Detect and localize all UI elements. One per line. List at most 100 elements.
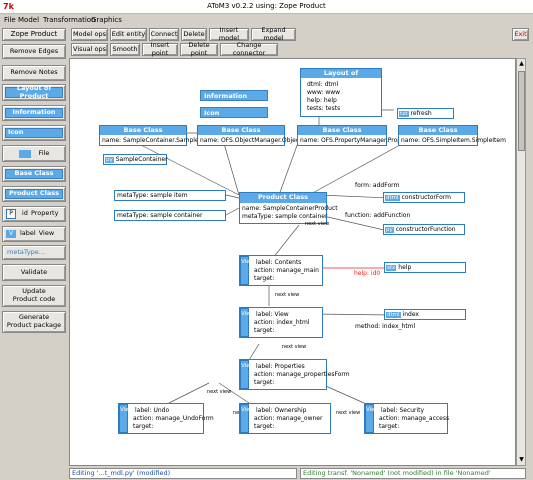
model-ops-button[interactable]: Model ops <box>71 28 108 41</box>
base-class-property-manager[interactable]: Base Class name: OFS.PropertyManager.Pro… <box>297 125 405 146</box>
status-left: Editing '...t_mdl.py' (modified) <box>69 468 297 479</box>
view-action: action: index_html <box>254 319 310 326</box>
view-bar: View <box>240 256 254 285</box>
icon-tool[interactable]: Icon <box>2 125 66 141</box>
menu-bar: File Model Transformation Graphics <box>0 14 533 26</box>
view-label: label: Contents <box>256 259 302 266</box>
help-label: help: id0 <box>354 270 381 277</box>
scroll-down-icon[interactable]: ▼ <box>517 455 526 465</box>
view-tool[interactable]: V label View <box>2 226 66 242</box>
refresh-file[interactable]: txt refresh <box>397 108 454 119</box>
base-class-simple-item[interactable]: Base Class name: OFS.SimpleItem.SimpleIt… <box>398 125 506 146</box>
view-view[interactable]: View label: View action: index_html targ… <box>239 307 323 338</box>
menu-file[interactable]: File <box>4 16 16 24</box>
insert-point-button[interactable]: Insert point <box>142 41 178 56</box>
product-class-metatype: metaType: sample container <box>242 213 328 220</box>
view-label: label: Security <box>381 407 425 414</box>
property-tool[interactable]: P id Property <box>2 206 66 222</box>
index-file[interactable]: dtml index <box>384 309 466 320</box>
layout-label: Layout of Product <box>5 84 63 99</box>
dtml-tag: dtml <box>386 312 401 318</box>
layout-box-title: Layout of SampleContainer <box>301 69 381 85</box>
view-undo[interactable]: View label: Undo action: manage_UndoForm… <box>118 403 214 434</box>
expand-model-button[interactable]: Expand model <box>251 26 296 41</box>
generate-product-package-button[interactable]: Generate Product package <box>2 311 66 333</box>
base-class-title: Base Class <box>198 126 284 135</box>
constructor-function-label: constructorFunction <box>395 226 456 233</box>
menu-model[interactable]: Model <box>18 16 39 24</box>
layout-of-product-tool[interactable]: Layout of Product <box>2 84 66 101</box>
view-ownership[interactable]: View label: Ownership action: manage_own… <box>239 403 331 434</box>
menu-transformation[interactable]: Transformation <box>43 16 96 24</box>
view-label-label: label <box>20 229 36 238</box>
smooth-button[interactable]: Smooth <box>110 43 140 56</box>
remove-edges-button[interactable]: Remove Edges <box>2 44 66 59</box>
base-class-name: name: SampleContainer.SampleCo <box>102 137 207 144</box>
view-target: target: <box>254 379 275 386</box>
function-label: function: addFunction <box>345 212 411 219</box>
connect-button[interactable]: Connect <box>149 28 179 41</box>
view-security[interactable]: View label: Security action: manage_acce… <box>364 403 450 434</box>
file-tool[interactable]: File <box>2 145 66 162</box>
validate-button[interactable]: Validate <box>2 264 66 281</box>
base-class-name: name: OFS.ObjectManager.ObjectM <box>200 137 307 144</box>
base-class-object-manager[interactable]: Base Class name: OFS.ObjectManager.Objec… <box>197 125 307 146</box>
next-view-label: next view <box>275 292 300 298</box>
base-class-tool[interactable]: Base Class <box>2 166 66 182</box>
layout-box[interactable]: Layout of SampleContainer dtml: dtml www… <box>300 68 382 117</box>
information-node[interactable]: Information <box>200 90 268 101</box>
exit-button[interactable]: Exit <box>512 28 529 41</box>
delete-button[interactable]: Delete <box>181 28 207 41</box>
view-contents[interactable]: View label: Contents action: manage_main… <box>239 255 323 286</box>
base-class-label: Base Class <box>5 169 63 179</box>
remove-notes-button[interactable]: Remove Notes <box>2 65 66 81</box>
view-bar: View <box>240 360 254 389</box>
view-label: View <box>38 229 55 238</box>
help-file[interactable]: stx help <box>384 262 466 273</box>
py-file-sample-container[interactable]: py SampleContainer <box>103 154 168 165</box>
metatype-sample-container[interactable]: metaType: sample container <box>114 210 226 221</box>
refresh-tag: txt <box>399 111 409 117</box>
insert-model-button[interactable]: Insert model <box>209 26 249 41</box>
information-tool[interactable]: Information <box>2 105 66 121</box>
metatype-tool[interactable]: metaType... <box>2 245 66 260</box>
property-label: Property <box>30 209 59 218</box>
visual-ops-button[interactable]: Visual ops <box>71 43 108 56</box>
py-tag: py <box>385 227 394 233</box>
view-target: target: <box>133 423 154 430</box>
stx-tag: stx <box>386 265 397 271</box>
product-class-box[interactable]: Product Class name: SampleContainerProdu… <box>239 192 338 224</box>
view-properties[interactable]: View label: Properties action: manage_pr… <box>239 359 350 390</box>
view-action: action: manage_UndoForm <box>133 415 214 422</box>
edit-entity-button[interactable]: Edit entity <box>110 28 147 41</box>
view-action: action: manage_access <box>379 415 450 422</box>
base-class-name: name: OFS.PropertyManager.Prope <box>300 137 405 144</box>
property-id-label: id <box>22 209 28 218</box>
form-label: form: addForm <box>355 182 400 189</box>
update-product-code-button[interactable]: Update Product code <box>2 285 66 307</box>
base-class-sample-container[interactable]: Base Class name: SampleContainer.SampleC… <box>99 125 206 146</box>
view-v-label: V <box>6 230 16 238</box>
next-view-label: next view <box>336 410 361 416</box>
icon-node[interactable]: Icon <box>200 107 268 118</box>
method-label: method: index_html <box>355 323 416 330</box>
icon-label: Icon <box>5 128 63 138</box>
view-label: label: Undo <box>135 407 170 414</box>
next-view-label: next view <box>282 344 307 350</box>
view-bar: View <box>119 404 133 433</box>
view-action: action: manage_main <box>254 267 319 274</box>
zope-product-panel[interactable]: Zope Product <box>2 28 66 41</box>
menu-graphics[interactable]: Graphics <box>91 16 122 24</box>
help-file-label: help <box>398 264 412 271</box>
scrollbar-thumb[interactable] <box>518 71 525 151</box>
product-class-tool[interactable]: Product Class <box>2 186 66 202</box>
metatype-sample-item[interactable]: metaType: sample item <box>114 190 226 201</box>
scroll-up-icon[interactable]: ▲ <box>517 59 526 69</box>
delete-point-button[interactable]: Delete point <box>180 41 218 56</box>
next-view-label: next view <box>207 389 232 395</box>
constructor-form-file[interactable]: dtml constructorForm <box>383 192 465 203</box>
constructor-function-file[interactable]: py constructorFunction <box>383 224 465 235</box>
index-file-label: index <box>402 311 419 318</box>
change-connector-button[interactable]: Change connector <box>220 41 278 56</box>
vertical-scrollbar[interactable]: ▲ ▼ <box>516 58 526 466</box>
